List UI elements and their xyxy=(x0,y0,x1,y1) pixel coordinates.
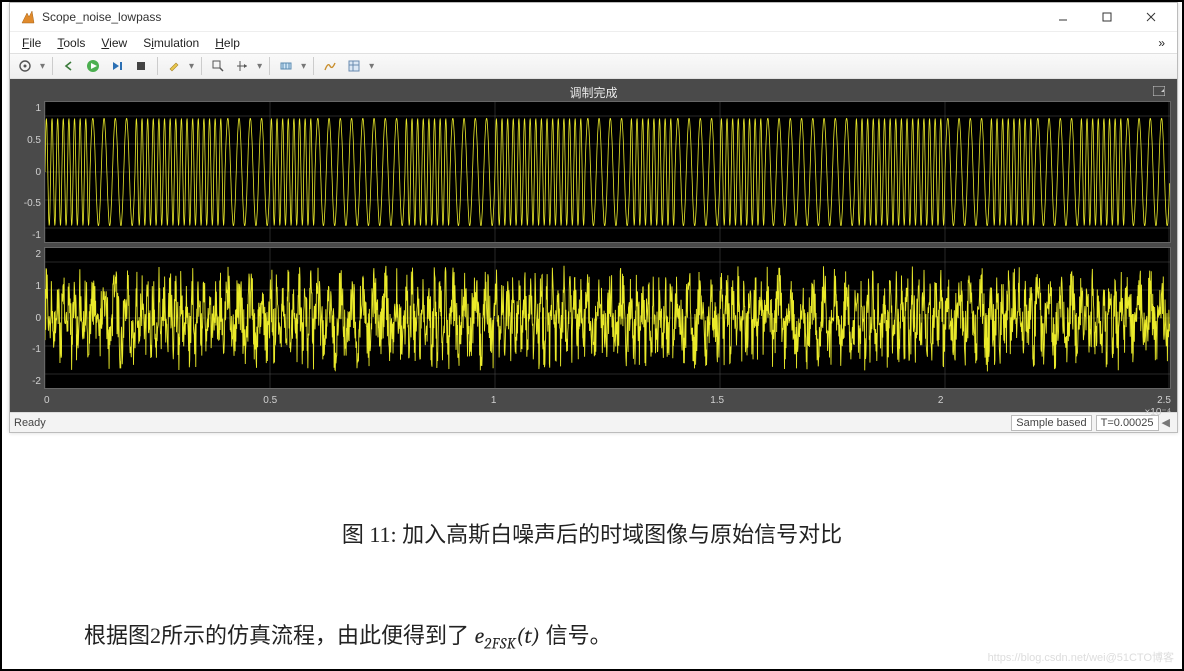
plot-top[interactable] xyxy=(44,101,1171,243)
dropdown-arrow-icon[interactable]: ▾ xyxy=(255,61,264,72)
status-mode: Sample based xyxy=(1011,415,1091,431)
window-title: Scope_noise_lowpass xyxy=(42,10,161,24)
statusbar: Ready Sample based T=0.00025 ◀ xyxy=(10,412,1177,432)
run-button[interactable] xyxy=(82,56,104,76)
menubar: File Tools View Simulation Help » xyxy=(10,31,1177,53)
settings-button[interactable] xyxy=(343,56,365,76)
dropdown-arrow-icon[interactable]: ▾ xyxy=(367,61,376,72)
minimize-button[interactable] xyxy=(1041,3,1085,31)
xaxis-row: 00.511.522.5×10⁻⁴ xyxy=(16,393,1171,406)
menu-help[interactable]: Help xyxy=(209,34,246,52)
measure-button[interactable] xyxy=(275,56,297,76)
xaxis: 00.511.522.5×10⁻⁴ xyxy=(44,393,1171,406)
dock-icon[interactable] xyxy=(1151,84,1167,98)
menu-simulation[interactable]: Simulation xyxy=(137,34,205,52)
dropdown-arrow-icon[interactable]: ▾ xyxy=(38,61,47,72)
nav-back-button[interactable] xyxy=(58,56,80,76)
dropdown-arrow-icon[interactable]: ▾ xyxy=(187,61,196,72)
status-ready: Ready xyxy=(14,417,46,429)
body-text: 根据图2所示的仿真流程，由此便得到了 e2FSK(t) 信号。 xyxy=(2,618,1182,652)
stop-button[interactable] xyxy=(130,56,152,76)
figure-caption: 图 11: 加入高斯白噪声后的时域图像与原始信号对比 xyxy=(2,517,1182,549)
menu-view[interactable]: View xyxy=(95,34,133,52)
dropdown-arrow-icon[interactable]: ▾ xyxy=(299,61,308,72)
maximize-button[interactable] xyxy=(1085,3,1129,31)
menu-overflow[interactable]: » xyxy=(1152,34,1171,52)
matlab-icon xyxy=(20,9,36,25)
zoom-button[interactable] xyxy=(207,56,229,76)
watermark: https://blog.csdn.net/wei@51CTO博客 xyxy=(988,649,1174,665)
scope-window: Scope_noise_lowpass File Tools View Simu… xyxy=(9,2,1178,433)
highlight-button[interactable] xyxy=(163,56,185,76)
scope-title: 调制完成 xyxy=(569,84,617,101)
xaxis-exponent: ×10⁻⁴ xyxy=(1144,407,1171,418)
yaxis-top: 10.50-0.5-1 xyxy=(16,101,44,243)
cursor-button[interactable] xyxy=(231,56,253,76)
yaxis-bottom: 210-1-2 xyxy=(16,247,44,389)
body-text-pre: 根据图2所示的仿真流程，由此便得到了 xyxy=(84,623,475,648)
scope-area: 调制完成 10.50-0.5-1 210-1-2 xyxy=(10,79,1177,412)
print-button[interactable] xyxy=(14,56,36,76)
step-forward-button[interactable] xyxy=(106,56,128,76)
toolbar: ▾ ▾ ▾ ▾ ▾ xyxy=(10,53,1177,79)
body-text-post: 信号。 xyxy=(540,623,612,648)
plot-bottom[interactable] xyxy=(44,247,1171,389)
document-frame: Scope_noise_lowpass File Tools View Simu… xyxy=(0,0,1184,671)
scope-header: 调制完成 xyxy=(16,83,1171,101)
titlebar: Scope_noise_lowpass xyxy=(10,3,1177,31)
autoscale-button[interactable] xyxy=(319,56,341,76)
window-controls xyxy=(1041,3,1173,31)
menu-file[interactable]: File xyxy=(16,34,47,52)
charts-container: 10.50-0.5-1 210-1-2 00.511.522.5×10⁻⁴ xyxy=(16,101,1171,406)
close-button[interactable] xyxy=(1129,3,1173,31)
chart-top-row: 10.50-0.5-1 xyxy=(16,101,1171,243)
menu-tools[interactable]: Tools xyxy=(51,34,91,52)
chart-bottom-row: 210-1-2 xyxy=(16,247,1171,389)
math-expression: e2FSK(t) xyxy=(475,623,541,649)
